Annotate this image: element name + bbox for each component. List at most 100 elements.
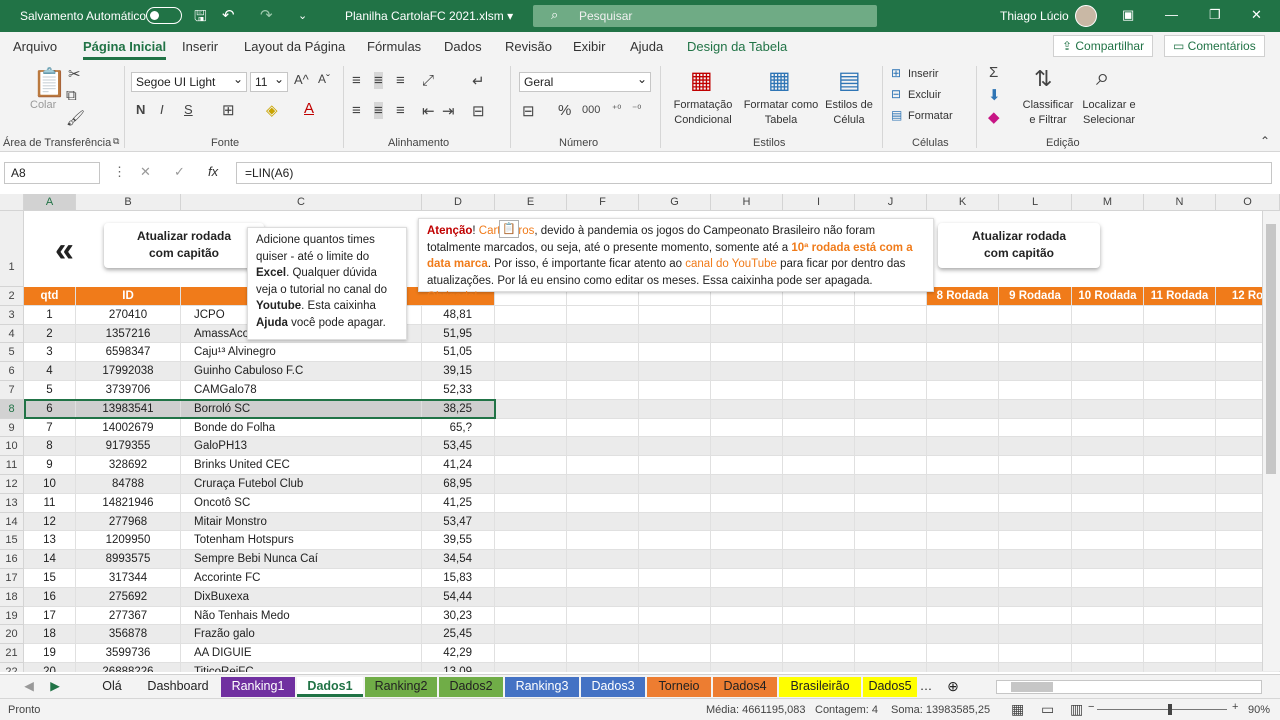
row-header-10[interactable]: 10 xyxy=(0,437,24,457)
grid-cell[interactable] xyxy=(495,550,567,569)
grid-cell[interactable] xyxy=(1072,493,1144,513)
grid-cell[interactable] xyxy=(999,362,1072,381)
sort-filter-label[interactable]: Classificar e Filtrar xyxy=(1022,98,1074,128)
tab-inserir[interactable]: Inserir xyxy=(182,39,218,54)
grid-cell[interactable] xyxy=(639,625,711,645)
grid-cell[interactable] xyxy=(639,606,711,626)
grid-cell[interactable] xyxy=(927,550,999,569)
grid-cell[interactable] xyxy=(711,569,783,588)
grid-cell[interactable] xyxy=(567,531,639,551)
spreadsheet-grid[interactable]: A B C D E F G H I J K L M N O 1 2 qtd ID 8 Rodada 9 Rodada 10… xyxy=(0,194,1280,672)
column-header-I[interactable]: I xyxy=(783,194,855,211)
cell-team[interactable]: Guinho Cabuloso F.C xyxy=(181,362,422,381)
back-arrow-button[interactable]: « xyxy=(55,231,74,270)
grid-cell[interactable] xyxy=(1072,625,1144,645)
row-header-6[interactable]: 6 xyxy=(0,362,24,381)
column-header-L[interactable]: L xyxy=(999,194,1072,211)
cell-id[interactable]: 328692 xyxy=(76,456,181,475)
grid-cell[interactable] xyxy=(1144,437,1216,457)
cell-qtd[interactable]: 17 xyxy=(24,606,76,626)
page-break-icon[interactable]: ▥ xyxy=(1070,701,1083,718)
grid-cell[interactable] xyxy=(567,305,639,325)
grid-cell[interactable] xyxy=(495,305,567,325)
grid-cell[interactable] xyxy=(783,399,855,419)
cell-qtd[interactable]: 11 xyxy=(24,493,76,513)
cell-id[interactable]: 1357216 xyxy=(76,324,181,344)
autosave-toggle[interactable] xyxy=(146,7,182,24)
grid-cell[interactable] xyxy=(711,362,783,381)
comma-style-icon[interactable]: 000 xyxy=(582,104,600,116)
grid-cell[interactable] xyxy=(495,644,567,663)
select-all-corner[interactable] xyxy=(0,194,24,211)
column-header-K[interactable]: K xyxy=(927,194,999,211)
grid-cell[interactable] xyxy=(1144,305,1216,325)
decrease-font-icon[interactable]: Aˇ xyxy=(318,72,330,86)
grid-cell[interactable] xyxy=(495,399,567,419)
grid-cell[interactable] xyxy=(927,381,999,400)
cell-id[interactable]: 9179355 xyxy=(76,437,181,457)
grid-cell[interactable] xyxy=(927,456,999,475)
grid-cell[interactable] xyxy=(1072,644,1144,663)
grid-cell[interactable] xyxy=(639,305,711,325)
grid-cell[interactable] xyxy=(855,663,927,672)
cell-qtd[interactable]: 5 xyxy=(24,381,76,400)
sheet-tab-torneio[interactable]: Torneio xyxy=(647,677,711,697)
grid-cell[interactable] xyxy=(1144,324,1216,344)
cell-styles-icon[interactable]: ▤ xyxy=(838,66,861,95)
column-header-D[interactable]: D xyxy=(422,194,495,211)
close-icon[interactable]: ✕ xyxy=(1251,7,1262,23)
cell-id[interactable]: 17992038 xyxy=(76,362,181,381)
grid-cell[interactable] xyxy=(783,644,855,663)
underline-button[interactable]: S xyxy=(184,102,193,117)
grid-cell[interactable] xyxy=(567,625,639,645)
grid-cell[interactable] xyxy=(1072,512,1144,532)
cell-styles-label[interactable]: Estilos de Célula xyxy=(822,98,876,128)
grid-cell[interactable] xyxy=(711,381,783,400)
bold-button[interactable]: N xyxy=(136,102,145,117)
grid-cell[interactable] xyxy=(639,456,711,475)
format-table-label[interactable]: Formatar como Tabela xyxy=(742,98,820,128)
sheet-tab-dados1[interactable]: Dados1 xyxy=(297,677,363,697)
cell-team[interactable]: Mitair Monstro xyxy=(181,512,422,532)
grid-cell[interactable] xyxy=(999,305,1072,325)
grid-cell[interactable] xyxy=(567,381,639,400)
zoom-in-icon[interactable]: + xyxy=(1232,701,1238,713)
grid-cell[interactable] xyxy=(567,475,639,494)
grid-cell[interactable] xyxy=(855,418,927,438)
sheet-tab-dashboard[interactable]: Dashboard xyxy=(137,677,219,697)
grid-cell[interactable] xyxy=(1144,456,1216,475)
grid-cell[interactable] xyxy=(783,493,855,513)
grid-cell[interactable] xyxy=(783,362,855,381)
cell-value[interactable]: 51,05 xyxy=(422,343,495,363)
grid-cell[interactable] xyxy=(927,493,999,513)
align-middle-icon[interactable]: ≡ xyxy=(374,72,383,89)
conditional-format-label[interactable]: Formatação Condicional xyxy=(666,98,740,128)
grid-cell[interactable] xyxy=(639,644,711,663)
avatar[interactable] xyxy=(1075,5,1097,27)
grid-cell[interactable] xyxy=(855,550,927,569)
grid-cell[interactable] xyxy=(783,531,855,551)
grid-cell[interactable] xyxy=(1144,625,1216,645)
clipboard-launcher-icon[interactable]: ⧉ xyxy=(113,136,119,147)
grid-cell[interactable] xyxy=(855,569,927,588)
grid-cell[interactable] xyxy=(639,587,711,607)
align-bottom-icon[interactable]: ≡ xyxy=(396,72,405,89)
grid-cell[interactable] xyxy=(567,550,639,569)
zoom-out-icon[interactable]: − xyxy=(1088,701,1094,713)
row-header-21[interactable]: 21 xyxy=(0,644,24,663)
row-header-9[interactable]: 9 xyxy=(0,418,24,438)
grid-cell[interactable] xyxy=(999,456,1072,475)
sheet-tab-ranking2[interactable]: Ranking2 xyxy=(365,677,437,697)
grid-cell[interactable] xyxy=(783,663,855,672)
align-right-icon[interactable]: ≡ xyxy=(396,102,405,119)
copy-icon[interactable]: ⧉ xyxy=(66,87,77,104)
grid-cell[interactable] xyxy=(1072,475,1144,494)
grid-cell[interactable] xyxy=(567,663,639,672)
grid-cell[interactable] xyxy=(855,362,927,381)
grid-cell[interactable] xyxy=(567,437,639,457)
grid-cell[interactable] xyxy=(639,418,711,438)
grid-cell[interactable] xyxy=(1144,606,1216,626)
sheet-tab-olá[interactable]: Olá xyxy=(94,677,130,697)
column-header-F[interactable]: F xyxy=(567,194,639,211)
enter-icon[interactable]: ✓ xyxy=(174,164,185,180)
